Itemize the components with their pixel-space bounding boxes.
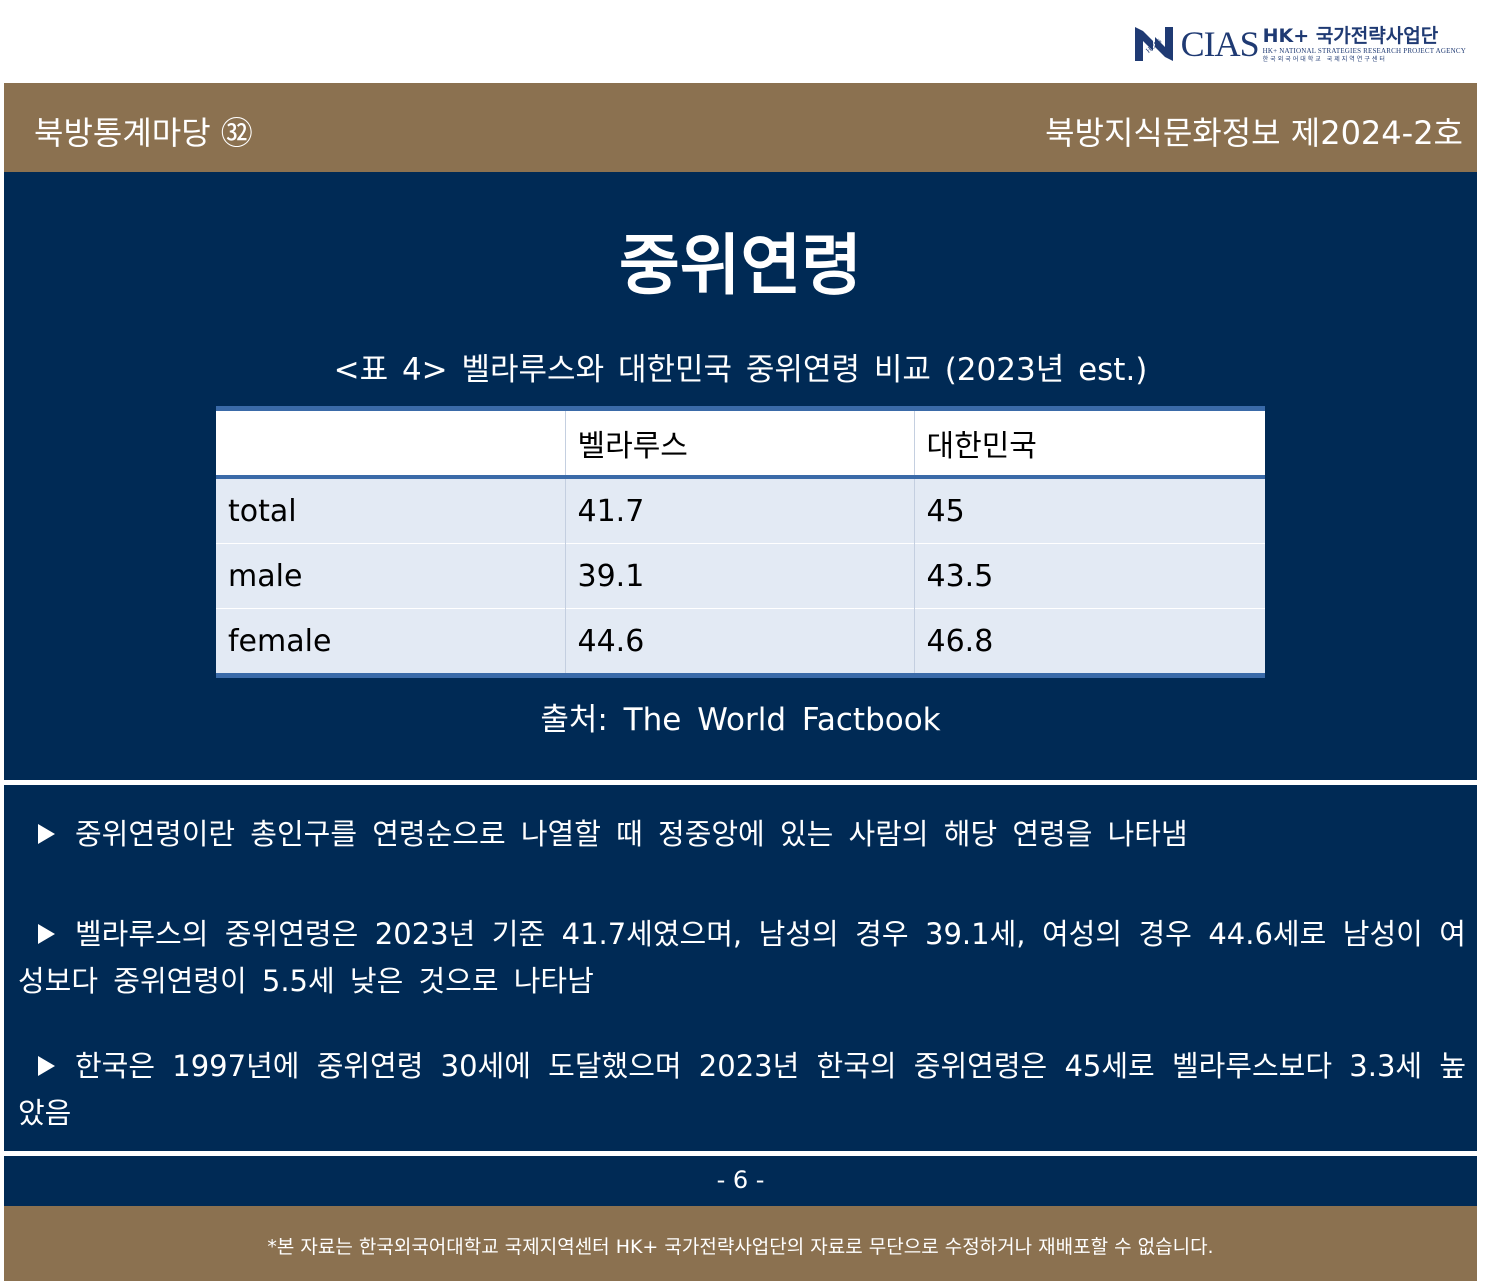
copyright-notice: *본 자료는 한국외국어대학교 국제지역센터 HK+ 국가전략사업단의 자료로 … [267,1236,1214,1258]
hufs-cias-logo-icon: HUFS [1134,27,1173,61]
logo-subtitle-en: HK+ NATIONAL STRATEGIES RESEARCH PROJECT… [1262,46,1466,55]
source-note: 출처: The World Factbook [540,702,941,738]
bullet-item: 벨라루스의 중위연령은 2023년 기준 41.7세였으며, 남성의 경우 39… [18,911,1466,1005]
page-number: - 6 - [716,1166,765,1194]
bullet-text: 벨라루스의 중위연령은 2023년 기준 41.7세였으며, 남성의 경우 39… [18,917,1466,998]
cias-logo: HUFS CIAS HK+ 국가전략사업단 HK+ NATIONAL STRAT… [1131,18,1466,70]
table-cell: 43.5 [914,543,1265,609]
table-cell: 45 [926,493,965,529]
row-label: male [216,543,566,609]
page-title: 중위연령 [619,227,862,304]
table-caption: <표 4> 벨라루스와 대한민국 중위연령 비교 (2023년 est.) [333,352,1148,388]
bullet-text: 한국은 1997년에 중위연령 30세에 도달했으며 2023년 한국의 중위연… [18,1049,1466,1130]
table-header-row: 벨라루스 대한민국 [216,408,1265,479]
triangle-bullet-icon [38,824,55,844]
table-cell: 44.6 [565,608,915,676]
row-label: female [216,608,566,676]
header-band: 북방통계마당 ㉜ 북방지식문화정보 제2024-2호 [4,83,1477,172]
bullet-text: 중위연령이란 총인구를 연령순으로 나열할 때 정중앙에 있는 사람의 해당 연… [75,817,1188,851]
bullet-item: 중위연령이란 총인구를 연령순으로 나열할 때 정중앙에 있는 사람의 해당 연… [18,811,1466,858]
triangle-bullet-icon [38,924,55,944]
table-cell: 46.8 [914,608,1265,676]
table-cell: 39.1 [565,543,915,609]
footer-band: *본 자료는 한국외국어대학교 국제지역센터 HK+ 국가전략사업단의 자료로 … [4,1206,1477,1281]
table-row: male 39.1 43.5 [216,543,1265,609]
row-label: total [216,477,566,544]
logo-title: HK+ 국가전략사업단 [1262,24,1439,47]
logo-text-block: HK+ 국가전략사업단 HK+ NATIONAL STRATEGIES RESE… [1263,25,1466,64]
header-cell: 벨라루스 [565,408,915,479]
bullet-item: 한국은 1997년에 중위연령 30세에 도달했으며 2023년 한국의 중위연… [18,1043,1466,1137]
table-row: total 41.7 45 [216,477,1265,544]
header-cell [216,408,566,479]
header-cell: 대한민국 [914,408,1265,479]
table-cell: 41.7 [565,477,915,544]
triangle-bullet-icon [38,1056,55,1076]
median-age-table: 벨라루스 대한민국 total 41.7 45 male 39.1 43.5 f… [216,406,1265,678]
series-title: 북방통계마당 ㉜ [34,114,253,152]
logo-subtitle-ko: 한국외국어대학교 국제지역연구센터 [1262,55,1387,63]
page-number-bar: - 6 - [4,1156,1477,1206]
logo-abbr: CIAS [1180,24,1260,64]
title-section: 중위연령 <표 4> 벨라루스와 대한민국 중위연령 비교 (2023년 est… [4,172,1477,780]
bullet-section: 중위연령이란 총인구를 연령순으로 나열할 때 정중앙에 있는 사람의 해당 연… [4,785,1477,1151]
table-row: female 44.6 46.8 [216,608,1265,676]
issue-number: 북방지식문화정보 제2024-2호 [1045,114,1463,152]
